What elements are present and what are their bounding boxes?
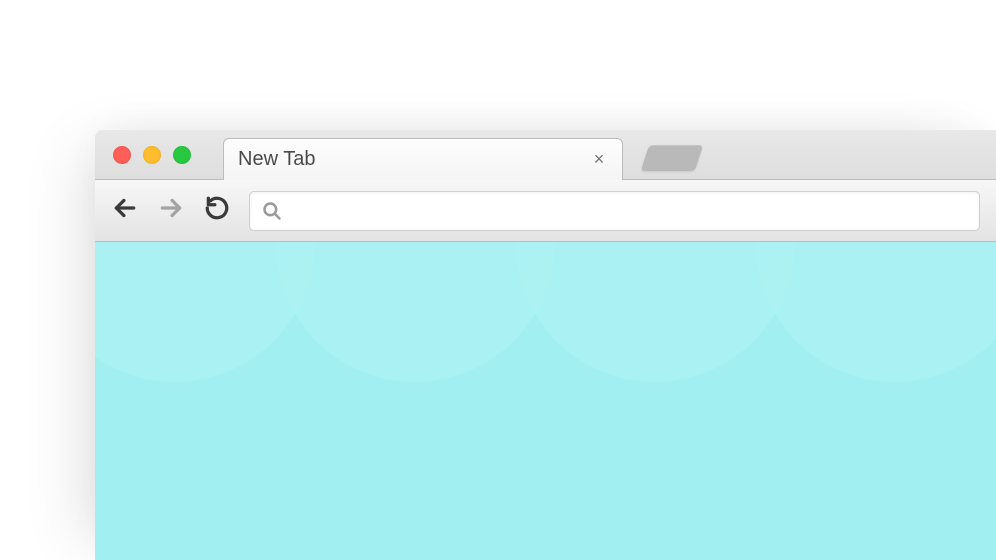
tab-close-button[interactable]: × [590,150,608,168]
new-tab-button[interactable] [641,145,703,171]
arrow-left-icon [112,195,138,226]
search-icon [262,201,282,221]
background-decoration [755,242,996,382]
reload-button[interactable] [203,197,231,225]
close-icon: × [594,149,605,170]
window-maximize-button[interactable] [173,146,191,164]
traffic-lights [113,146,191,164]
window-minimize-button[interactable] [143,146,161,164]
address-input[interactable] [292,200,967,221]
reload-icon [204,195,230,226]
address-bar[interactable] [249,191,980,231]
back-button[interactable] [111,197,139,225]
toolbar [95,180,996,242]
background-decoration [275,242,555,382]
forward-button[interactable] [157,197,185,225]
background-decoration [515,242,795,382]
tab-title: New Tab [238,148,590,171]
browser-window: New Tab × [95,130,996,560]
page-viewport [95,242,996,560]
window-close-button[interactable] [113,146,131,164]
tab-active[interactable]: New Tab × [223,138,623,180]
arrow-right-icon [158,195,184,226]
tab-strip: New Tab × [95,130,996,180]
